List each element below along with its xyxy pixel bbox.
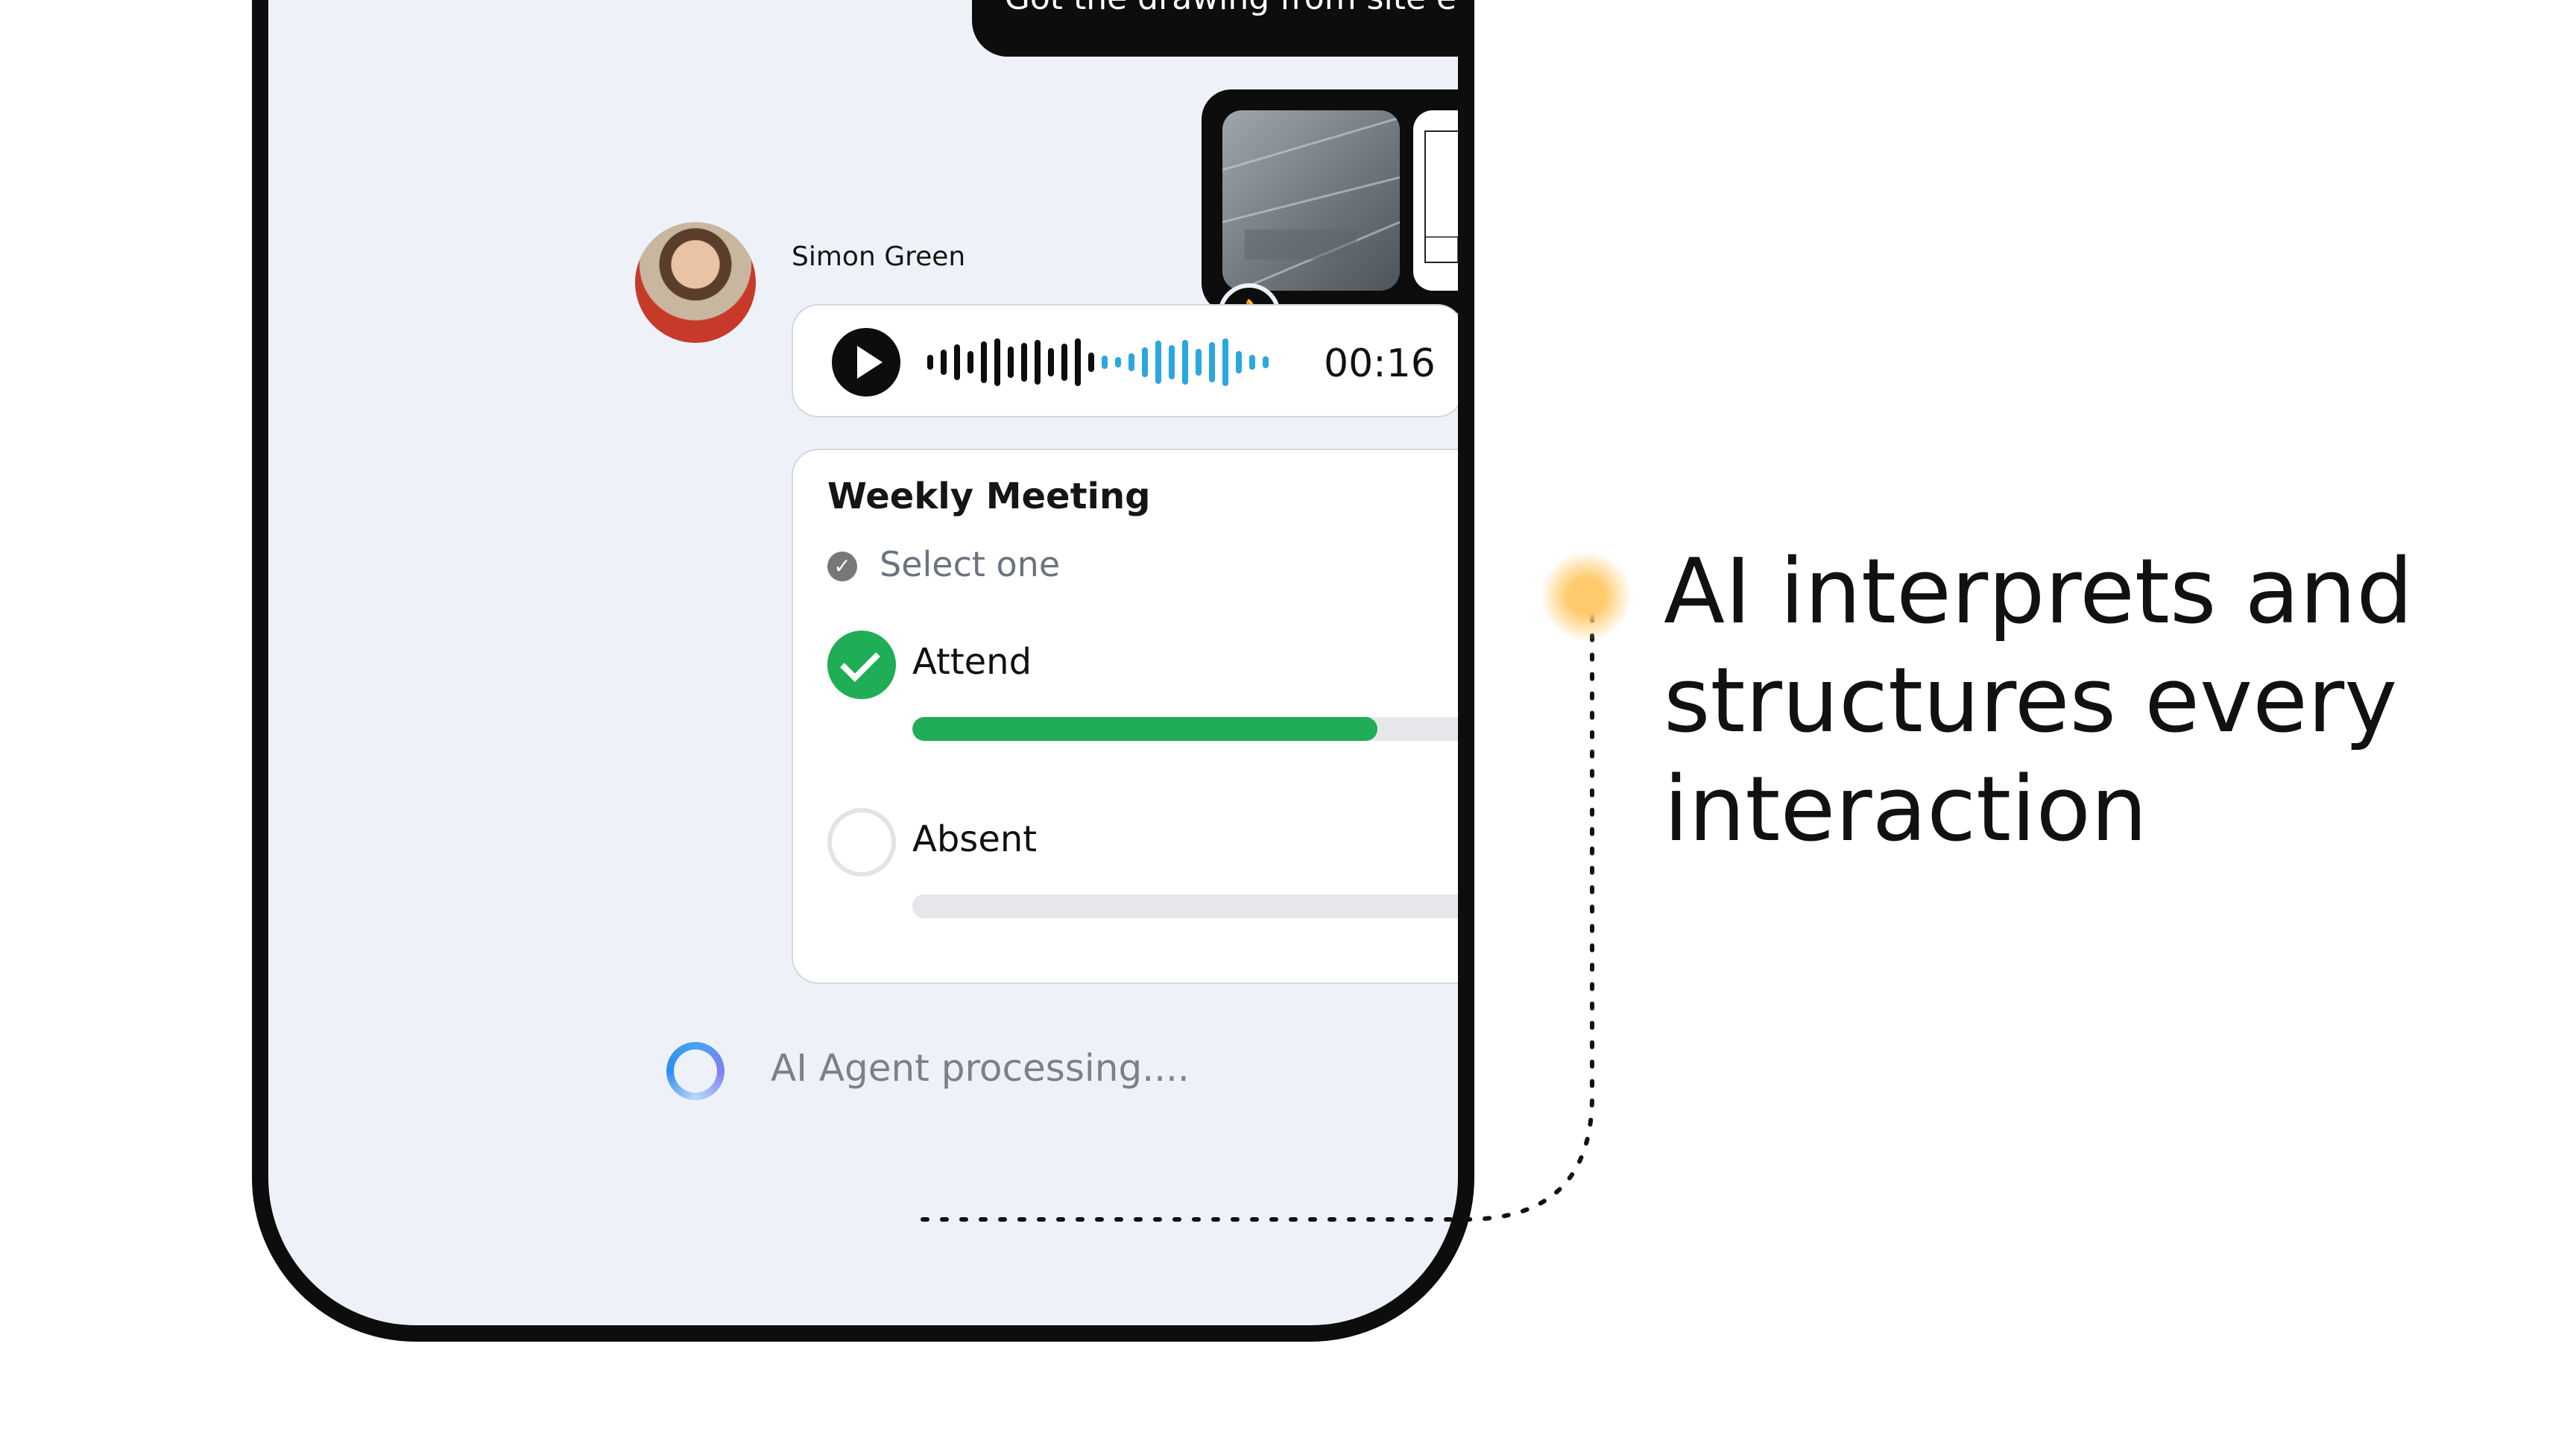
waveform-bar	[1075, 338, 1081, 386]
waveform-bar	[1263, 356, 1269, 368]
waveform-bar	[927, 355, 933, 370]
poll-option-label: Absent	[912, 818, 1038, 860]
outgoing-message-bubble: Got the drawing from site engineer	[972, 0, 1458, 57]
waveform-bar	[1196, 349, 1202, 376]
drawing-photo-image	[1222, 116, 1400, 291]
poll-title: Weekly Meeting	[827, 476, 1151, 517]
message-timestamp: 09:17 AM	[1461, 188, 1474, 249]
waveform-bar	[1169, 345, 1175, 379]
waveform-bar	[1182, 340, 1188, 385]
ai-spinner-icon	[666, 1042, 724, 1100]
waveform-bar	[1008, 347, 1014, 378]
waveform-bar	[967, 351, 973, 373]
waveform-bar	[1035, 340, 1041, 385]
floorplan-thumbnail[interactable]	[1413, 110, 1458, 291]
waveform-bar	[1102, 356, 1108, 369]
waveform-bar	[1115, 357, 1121, 367]
waveform-bar	[941, 350, 947, 375]
poll-card: Weekly Meeting ✓ Select one Attend 1 Abs…	[792, 449, 1458, 984]
waveform-bar	[1222, 338, 1228, 386]
waveform-bar	[994, 338, 1000, 386]
poll-option-progress-bar	[912, 717, 1458, 741]
waveform-bar	[954, 344, 960, 380]
floorplan-image	[1424, 130, 1458, 263]
waveform-bar	[1142, 347, 1148, 377]
phone-frame: Got the drawing from site engineer 👌 09	[252, 0, 1474, 1342]
checked-circle-icon[interactable]	[827, 631, 896, 699]
waveform-bar	[1021, 343, 1027, 382]
waveform-bar	[1236, 351, 1242, 373]
image-attachments[interactable]	[1202, 89, 1458, 313]
waveform-bar	[1088, 353, 1094, 372]
waveform-bar	[1209, 342, 1215, 382]
glow-dot	[1541, 552, 1631, 641]
sender-avatar[interactable]	[635, 222, 756, 343]
play-icon[interactable]	[832, 328, 900, 397]
waveform-bar	[1249, 355, 1255, 370]
unchecked-circle-icon[interactable]	[827, 808, 896, 877]
waveform-bar	[1155, 341, 1161, 384]
audio-waveform[interactable]	[927, 338, 1285, 386]
poll-option-progress-bar	[912, 894, 1458, 918]
ai-agent-status: AI Agent processing....	[771, 1046, 1190, 1090]
voice-message: 00:16	[792, 304, 1458, 417]
poll-option-label: Attend	[912, 641, 1032, 683]
waveform-bar	[981, 341, 987, 383]
waveform-bar	[1048, 348, 1054, 376]
photo-thumbnail[interactable]	[1222, 110, 1400, 291]
voice-duration: 00:16	[1324, 341, 1436, 386]
sender-name: Simon Green	[792, 242, 966, 272]
poll-option-progress-fill	[912, 717, 1377, 741]
check-circle-icon: ✓	[827, 552, 857, 581]
poll-subtitle: Select one	[880, 544, 1061, 584]
outgoing-message-text: Got the drawing from site engineer	[1005, 0, 1458, 17]
headline-text: AI interprets and structures every inter…	[1664, 540, 2414, 862]
waveform-bar	[1128, 353, 1134, 371]
waveform-bar	[1061, 344, 1067, 381]
